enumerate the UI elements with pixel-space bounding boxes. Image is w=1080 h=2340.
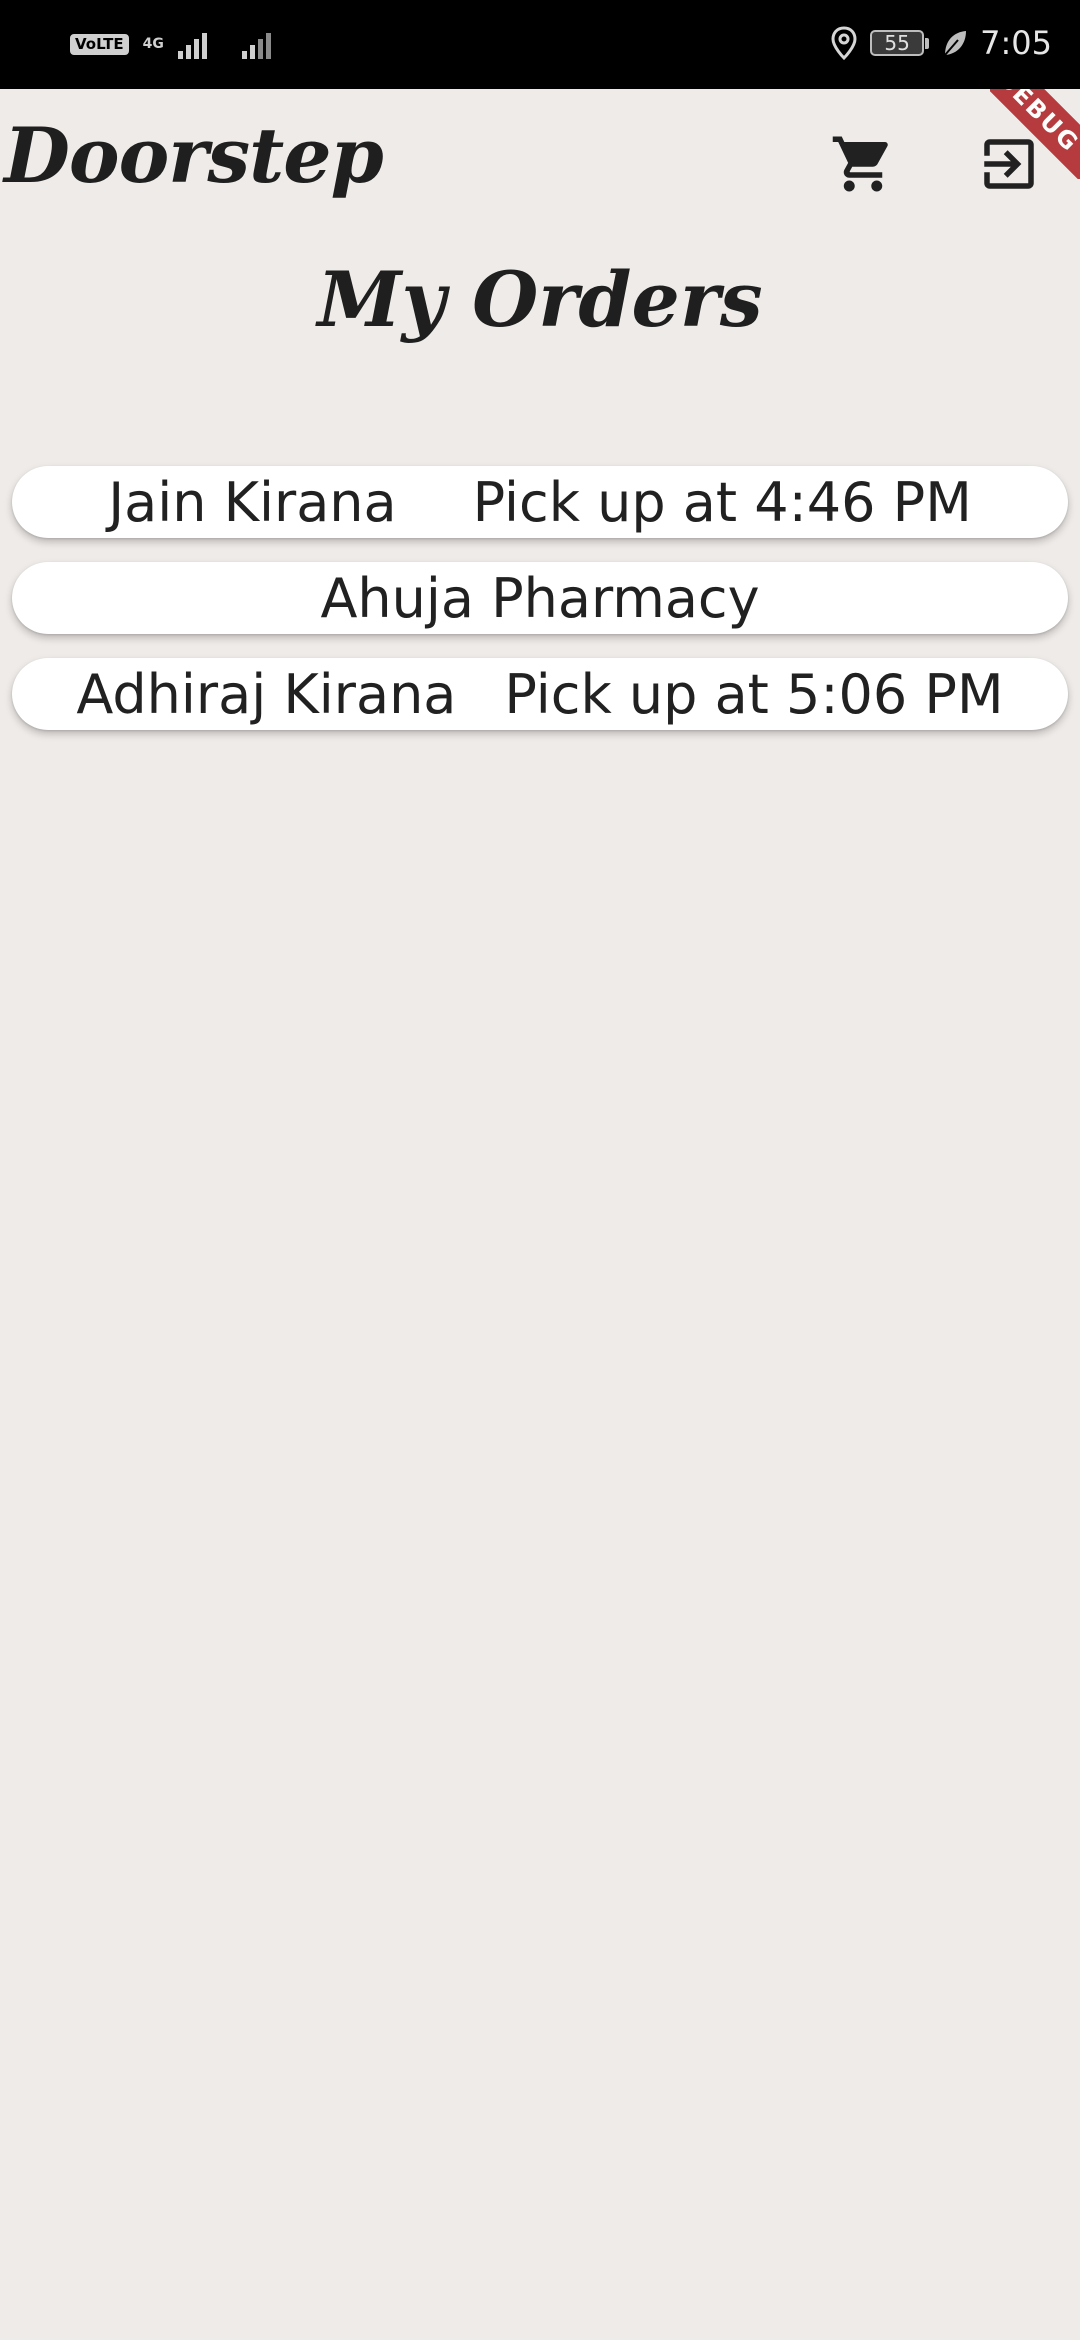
- debug-banner-container: DEBUG: [990, 89, 1080, 179]
- app-bar: Doorstep: [0, 89, 1080, 239]
- status-bar: VoLTE 4G 55 7:05: [0, 0, 1080, 89]
- app-brand: Doorstep: [4, 111, 384, 200]
- order-item[interactable]: Jain Kirana Pick up at 4:46 PM: [12, 466, 1068, 538]
- location-icon: [831, 26, 857, 60]
- signal-icon: [177, 33, 207, 59]
- cart-icon: [832, 136, 888, 192]
- volte-badge: VoLTE: [70, 33, 129, 55]
- status-right: 55 7:05: [830, 18, 1052, 68]
- leaf-icon: [944, 31, 967, 56]
- battery-level: 55: [884, 31, 910, 55]
- page-title: My Orders: [317, 255, 763, 344]
- order-item[interactable]: Adhiraj Kirana Pick up at 5:06 PM: [12, 658, 1068, 730]
- debug-banner: DEBUG: [990, 89, 1080, 179]
- network-type: 4G: [142, 36, 164, 52]
- orders-list: Jain Kirana Pick up at 4:46 PM Ahuja Pha…: [12, 466, 1068, 754]
- order-store-name: Jain Kirana: [108, 470, 397, 534]
- order-store-name: Ahuja Pharmacy: [320, 566, 760, 630]
- clock: 7:05: [980, 24, 1052, 62]
- order-store-name: Adhiraj Kirana: [76, 662, 457, 726]
- cart-button[interactable]: [818, 119, 908, 209]
- order-pickup-time: Pick up at 5:06 PM: [504, 662, 1004, 726]
- order-pickup-time: Pick up at 4:46 PM: [472, 470, 972, 534]
- status-left: VoLTE 4G: [70, 24, 278, 64]
- order-item[interactable]: Ahuja Pharmacy: [12, 562, 1068, 634]
- battery-icon: 55: [870, 30, 930, 56]
- signal-icon-secondary: [241, 33, 271, 59]
